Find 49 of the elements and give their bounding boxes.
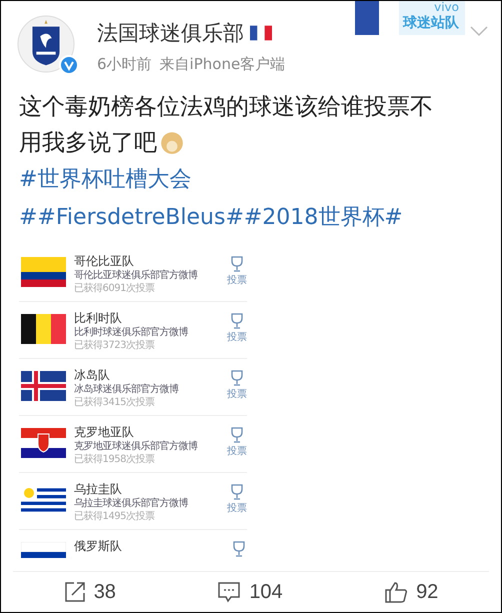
trophy-icon [229,369,245,387]
vote-button[interactable]: 投票 [227,312,247,344]
team-name: 克罗地亚队 [74,424,135,440]
trophy-icon [229,312,245,330]
team-account: 冰岛球迷俱乐部官方微博 [74,383,180,396]
trophy-icon [229,426,245,444]
team-badge[interactable]: vivo 球迷站队 [355,1,465,35]
vote-count: 已获得1495次投票 [74,510,156,523]
trophy-icon [229,483,245,501]
flag-icon [21,428,66,458]
account-name[interactable]: 法国球迷俱乐部 [97,19,244,47]
comment-icon[interactable] [217,581,242,603]
team-account: 克罗地亚球迷俱乐部官方微博 [74,440,198,453]
flag-icon [250,25,272,41]
vote-count: 已获得3415次投票 [74,396,156,409]
vote-button[interactable]: 投票 [227,255,247,287]
hashtag-link[interactable]: #世界杯吐槽大会 [19,161,483,199]
action-count: 38 [94,580,116,604]
vote-button[interactable]: 投票 [227,483,247,515]
thumbs-up-icon[interactable] [384,580,408,604]
team-account: 哥伦比亚球迷俱乐部官方微博 [74,269,198,282]
post-source: 来自 [160,55,190,74]
trophy-icon [231,540,247,558]
trophy-icon [229,255,245,273]
team-account: 比利时球迷俱乐部官方微博 [74,326,189,339]
vote-button[interactable] [231,540,247,558]
action-count: 104 [249,580,283,604]
vote-count: 已获得3723次投票 [74,339,156,352]
avatar-icon[interactable] [17,15,75,73]
vote-button[interactable]: 投票 [227,369,247,401]
vote-count: 已获得6091次投票 [74,282,156,295]
team-name: 俄罗斯队 [74,538,123,554]
vote-count: 已获得1958次投票 [74,453,156,466]
team-name: 乌拉圭队 [74,481,123,497]
flag-icon [21,314,66,344]
team-account: 乌拉圭球迷俱乐部官方微博 [74,497,189,510]
action-count: 92 [416,580,438,604]
team-name: 冰岛队 [74,367,111,383]
team-name: 哥伦比亚队 [74,253,135,269]
post-text-line: 这个毒奶榜各位法鸡的球迷该给谁投票不 [19,94,433,120]
source-link[interactable]: iPhone客户端 [190,55,286,74]
post-time: 6小时前 [97,55,152,74]
vote-button[interactable]: 投票 [227,426,247,458]
share-icon[interactable] [64,581,86,603]
post-text-line: 用我多说了吧 [19,130,157,156]
hashtag-link[interactable]: ##FiersdetreBleus##2018世界杯# [19,199,483,237]
team-name: 比利时队 [74,310,123,326]
flag-icon [21,371,66,401]
flag-icon [21,257,66,287]
